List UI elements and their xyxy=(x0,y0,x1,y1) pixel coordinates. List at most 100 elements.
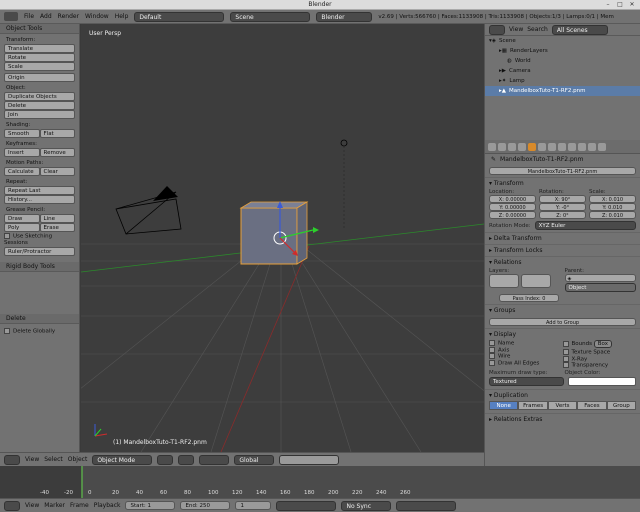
outliner-item-camera[interactable]: ▸▶ Camera xyxy=(485,66,640,76)
dup-frames[interactable]: Frames xyxy=(518,400,548,410)
delete-panel-header[interactable]: Delete xyxy=(0,313,79,324)
axis-checkbox[interactable] xyxy=(489,346,495,353)
world-tab-icon[interactable] xyxy=(518,142,526,151)
transparency-checkbox[interactable] xyxy=(562,362,569,368)
pass-index-field[interactable]: Pass Index: 0 xyxy=(499,294,559,302)
scale-z[interactable]: Z: 0.010 xyxy=(589,211,636,219)
duplicate-objects-button[interactable]: Duplicate Objects xyxy=(4,92,75,101)
menu-view[interactable]: View xyxy=(25,456,39,463)
transform-locks-header[interactable]: ▸ Transform Locks xyxy=(485,244,640,256)
3d-viewport[interactable]: User Persp (1) MandelboxTuto-T1-RF2.pnm xyxy=(81,24,484,452)
timeline[interactable]: -40 -20 0 20 40 60 80 100 120 140 160 180 200 220 240 2… xyxy=(0,466,640,498)
menu-file[interactable]: File xyxy=(24,13,34,20)
scale-button[interactable]: Scale xyxy=(4,62,75,71)
origin-button[interactable]: Origin xyxy=(4,73,75,82)
outliner-editor-icon[interactable] xyxy=(489,24,505,35)
info-editor-icon[interactable] xyxy=(4,12,18,21)
use-sketching-checkbox[interactable] xyxy=(4,233,10,239)
current-frame-field[interactable]: 1 xyxy=(235,501,272,510)
object-color-swatch[interactable] xyxy=(567,376,636,386)
outliner-search-menu[interactable]: Search xyxy=(527,26,548,33)
modifiers-tab-icon[interactable] xyxy=(548,142,556,151)
parent-type-select[interactable]: Object xyxy=(564,283,636,292)
menu-window[interactable]: Window xyxy=(85,13,109,20)
layers-tab-icon[interactable] xyxy=(498,142,506,151)
display-draw-all-row[interactable]: Draw All Edges xyxy=(489,359,563,366)
scene-select[interactable]: Scene xyxy=(230,11,311,22)
delete-button[interactable]: Delete xyxy=(4,101,75,110)
layout-select[interactable]: Default xyxy=(134,11,225,22)
delta-transform-header[interactable]: ▸ Delta Transform xyxy=(485,232,640,244)
texture-space-checkbox[interactable] xyxy=(562,349,569,355)
maximize-icon[interactable]: □ xyxy=(616,1,624,9)
delete-globally-row[interactable]: Delete Globally xyxy=(4,327,75,334)
rotation-mode-select[interactable]: XYZ Euler xyxy=(534,221,636,230)
flat-button[interactable]: Flat xyxy=(39,129,75,138)
delete-globally-checkbox[interactable] xyxy=(4,327,10,334)
insert-keyframe-button[interactable]: Insert xyxy=(4,148,40,157)
dup-verts[interactable]: Verts xyxy=(547,400,578,410)
repeat-last-button[interactable]: Repeat Last xyxy=(4,186,75,195)
rotate-button[interactable]: Rotate xyxy=(4,53,75,62)
gp-draw-button[interactable]: Draw xyxy=(4,214,40,223)
draw-all-edges-checkbox[interactable] xyxy=(489,359,495,366)
close-icon[interactable]: ✕ xyxy=(628,1,636,9)
join-button[interactable]: Join xyxy=(4,110,75,119)
translate-button[interactable]: Translate xyxy=(4,44,75,53)
display-bounds-row[interactable]: Bounds Box xyxy=(562,340,637,349)
editor-type-icon[interactable] xyxy=(4,454,20,465)
minimize-icon[interactable]: – xyxy=(604,1,612,9)
transform-panel-header[interactable]: ▾ Transform xyxy=(485,177,640,189)
location-y[interactable]: Y: 0.00000 xyxy=(489,203,536,211)
relations-header[interactable]: ▾ Relations xyxy=(485,256,640,268)
material-tab-icon[interactable] xyxy=(568,142,576,151)
menu-add[interactable]: Add xyxy=(40,13,52,20)
menu-object[interactable]: Object xyxy=(68,456,88,463)
render-engine-select[interactable]: Blender Render xyxy=(316,11,373,31)
start-frame-field[interactable]: Start: 1 xyxy=(125,501,176,510)
add-to-group-button[interactable]: Add to Group xyxy=(489,318,636,326)
scale-x[interactable]: X: 0.010 xyxy=(589,195,636,203)
rotation-x[interactable]: X: 90° xyxy=(539,195,586,203)
rotation-z[interactable]: Z: 0° xyxy=(539,211,586,219)
dup-faces[interactable]: Faces xyxy=(577,400,607,410)
object-tools-header[interactable]: Object Tools xyxy=(0,24,79,34)
data-tab-icon[interactable] xyxy=(558,142,566,151)
manipulator-toggles[interactable] xyxy=(199,454,230,465)
name-checkbox[interactable] xyxy=(489,340,495,346)
particles-tab-icon[interactable] xyxy=(588,142,596,151)
physics-tab-icon[interactable] xyxy=(598,142,606,151)
outliner-item-world[interactable]: ◍ World xyxy=(485,56,640,66)
bounds-type-select[interactable]: Box xyxy=(593,340,612,348)
tl-menu-view[interactable]: View xyxy=(25,502,39,509)
tl-menu-playback[interactable]: Playback xyxy=(94,502,121,509)
menu-help[interactable]: Help xyxy=(115,13,129,20)
bounds-checkbox[interactable] xyxy=(562,340,569,347)
playback-controls[interactable] xyxy=(276,500,337,511)
keying-controls[interactable] xyxy=(396,500,457,511)
outliner-item-renderlayers[interactable]: ▸▦ RenderLayers xyxy=(485,46,640,56)
smooth-button[interactable]: Smooth xyxy=(4,129,40,138)
constraints-tab-icon[interactable] xyxy=(538,142,546,151)
viewport-scene[interactable] xyxy=(81,24,484,452)
orientation-select[interactable]: Global xyxy=(234,454,275,465)
pivot-select[interactable] xyxy=(178,454,195,465)
menu-select[interactable]: Select xyxy=(44,456,63,463)
calculate-button[interactable]: Calculate xyxy=(4,167,40,176)
end-frame-field[interactable]: End: 250 xyxy=(180,501,231,510)
dup-group[interactable]: Group xyxy=(606,400,637,410)
rigid-body-tools-header[interactable]: Rigid Body Tools xyxy=(0,261,79,272)
ruler-button[interactable]: Ruler/Protractor xyxy=(4,246,75,256)
timeline-editor-icon[interactable] xyxy=(4,500,20,511)
dup-none[interactable]: None xyxy=(489,400,519,410)
gp-line-button[interactable]: Line xyxy=(39,214,75,223)
scene-tab-icon[interactable] xyxy=(508,142,516,151)
render-tab-icon[interactable] xyxy=(488,142,496,151)
object-name-field[interactable]: MandelboxTuto-T1-RF2.pnm xyxy=(489,167,636,175)
gp-poly-button[interactable]: Poly xyxy=(4,223,40,232)
remove-keyframe-button[interactable]: Remove xyxy=(39,148,75,157)
menu-render[interactable]: Render xyxy=(58,13,79,20)
outliner-item-mandelbox[interactable]: ▸▲ MandelboxTuto-T1-RF2.pnm xyxy=(485,86,640,96)
pin-icon[interactable]: ✎ xyxy=(491,156,496,163)
relations-extras-header[interactable]: ▸ Relations Extras xyxy=(485,412,640,425)
